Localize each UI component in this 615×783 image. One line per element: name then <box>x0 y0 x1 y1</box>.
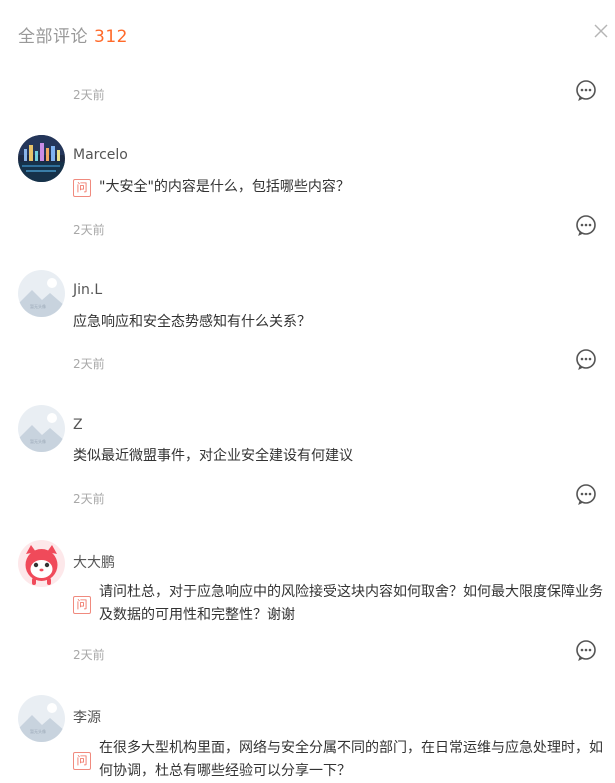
comment-content: "大安全"的内容是什么，包括哪些内容？ <box>99 179 350 195</box>
comment-meta: 2天前 <box>0 480 615 516</box>
avatar[interactable]: 暂无头像 <box>18 270 65 317</box>
avatar[interactable]: 暂无头像 <box>18 405 65 452</box>
avatar[interactable] <box>18 135 65 182</box>
comment-body: 问 请问杜总，对于应急响应中的风险接受这块内容如何取舍？如何最大限度保障业务及数… <box>73 581 603 627</box>
comment-body: 问 在很多大型机构里面，网络与安全分属不同的部门，在日常运维与应急处理时，如何协… <box>73 737 603 783</box>
svg-text:暂无头像: 暂无头像 <box>30 303 46 309</box>
svg-text:暂无头像: 暂无头像 <box>30 438 46 444</box>
comment-time: 2天前 <box>73 648 105 662</box>
close-icon[interactable] <box>592 22 610 40</box>
comment-meta: 2天前 <box>0 76 615 112</box>
comment-username[interactable]: Marcelo <box>73 147 128 163</box>
comment-body: 问 "大安全"的内容是什么，包括哪些内容？ <box>73 176 603 199</box>
question-badge: 问 <box>73 179 91 197</box>
comment-time: 2天前 <box>73 492 105 506</box>
comment-body: 类似最近微盟事件，对企业安全建设有何建议 <box>73 445 603 468</box>
svg-text:暂无头像: 暂无头像 <box>30 728 46 734</box>
header-title: 全部评论 312 <box>18 22 128 47</box>
comment-bubble-icon[interactable] <box>575 79 597 101</box>
comment-username[interactable]: 李源 <box>73 707 101 727</box>
comment-time: 2天前 <box>73 223 105 237</box>
question-badge: 问 <box>73 596 91 614</box>
comment-time: 2天前 <box>73 88 105 102</box>
comment-username[interactable]: Jin.L <box>73 282 102 298</box>
comment-meta: 2天前 <box>0 211 615 247</box>
comment-content: 类似最近微盟事件，对企业安全建设有何建议 <box>73 448 353 464</box>
comment-content: 应急响应和安全态势感知有什么关系？ <box>73 314 311 330</box>
comment-count: 312 <box>94 27 128 47</box>
comment-bubble-icon[interactable] <box>575 214 597 236</box>
comments-header: 全部评论 312 <box>0 0 615 64</box>
comment-meta: 2天前 <box>0 636 615 672</box>
comment-body: 应急响应和安全态势感知有什么关系？ <box>73 311 603 334</box>
comment-content: 请问杜总，对于应急响应中的风险接受这块内容如何取舍？如何最大限度保障业务及数据的… <box>99 584 603 623</box>
comment-meta: 2天前 <box>0 345 615 381</box>
comment-username[interactable]: 大大鹏 <box>73 552 115 572</box>
question-badge: 问 <box>73 752 91 770</box>
avatar[interactable]: 暂无头像 <box>18 695 65 742</box>
comment-bubble-icon[interactable] <box>575 348 597 370</box>
comment-username[interactable]: Z <box>73 417 83 433</box>
comment-bubble-icon[interactable] <box>575 483 597 505</box>
comment-content: 在很多大型机构里面，网络与安全分属不同的部门，在日常运维与应急处理时，如何协调，… <box>99 740 603 779</box>
comment-bubble-icon[interactable] <box>575 639 597 661</box>
header-title-text: 全部评论 <box>18 27 88 47</box>
avatar[interactable] <box>18 540 65 587</box>
comment-time: 2天前 <box>73 357 105 371</box>
